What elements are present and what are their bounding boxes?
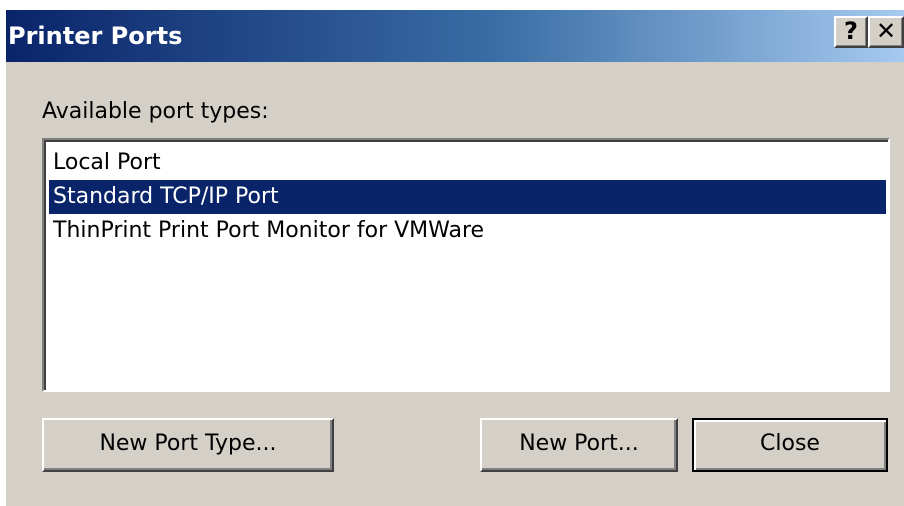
help-icon: ? xyxy=(844,17,858,45)
available-port-types-label: Available port types: xyxy=(42,99,269,124)
help-button[interactable]: ? xyxy=(834,16,868,48)
new-port-button[interactable]: New Port... xyxy=(480,418,678,472)
list-item-standard-tcp-ip-port[interactable]: Standard TCP/IP Port xyxy=(49,180,886,214)
list-item-thinprint-port-monitor[interactable]: ThinPrint Print Port Monitor for VMWare xyxy=(49,214,886,248)
title-bar[interactable]: Printer Ports ? ✕ xyxy=(6,10,904,62)
port-types-listbox[interactable]: Local Port Standard TCP/IP Port ThinPrin… xyxy=(42,138,890,392)
close-button[interactable]: Close xyxy=(692,418,888,472)
new-port-type-button[interactable]: New Port Type... xyxy=(42,418,334,472)
printer-ports-dialog: Printer Ports ? ✕ Available port types: … xyxy=(6,10,904,506)
title-close-button[interactable]: ✕ xyxy=(868,16,904,48)
list-item-local-port[interactable]: Local Port xyxy=(49,146,886,180)
close-icon: ✕ xyxy=(875,17,897,45)
window-title: Printer Ports xyxy=(8,22,183,50)
